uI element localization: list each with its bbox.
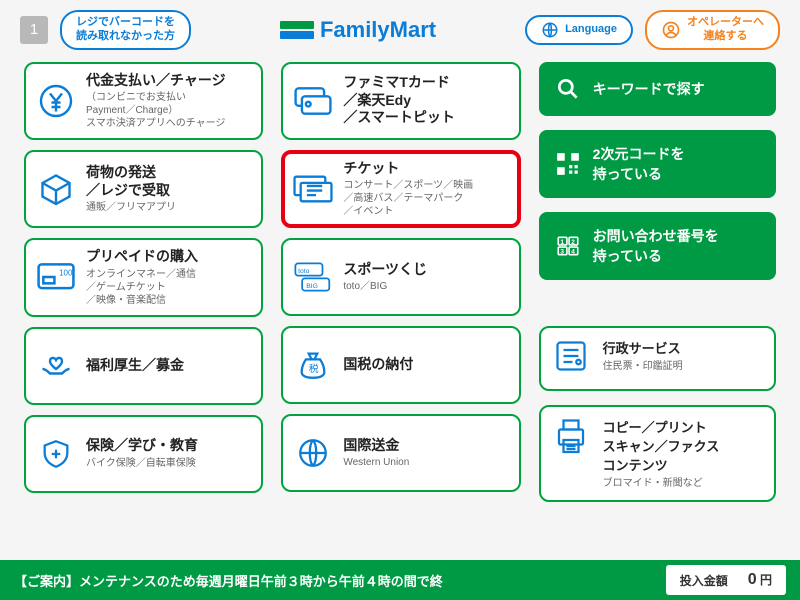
toto-big-icon: toto BIG — [293, 257, 333, 297]
card-title: チケット — [343, 160, 508, 178]
card-subtitle: コンサート／スポーツ／映画 ／高速バス／テーマパーク ／イベント — [343, 179, 508, 218]
card-title: 保険／学び・教育 — [86, 437, 251, 455]
shield-plus-icon — [36, 434, 76, 474]
card-payment-charge[interactable]: 代金支払い／チャージ （コンビニでお支払い Payment／Charge） スマ… — [24, 62, 263, 141]
card-subtitle: （コンビニでお支払い Payment／Charge） スマホ決済アプリへのチャー… — [86, 91, 251, 130]
amount-label: 投入金額 — [680, 572, 728, 589]
deposit-amount-display: 投入金額 0 円 — [666, 565, 786, 595]
qr-icon — [555, 151, 581, 177]
printer-icon — [553, 417, 591, 490]
card-title: 国税の納付 — [343, 356, 508, 374]
amount-value: 0 — [748, 571, 757, 588]
card-insurance[interactable]: 保険／学び・教育 バイク保険／自転車保険 — [24, 415, 263, 493]
search-icon — [555, 76, 581, 102]
have-inquiry-number-button[interactable]: 1234 お問い合わせ番号を 持っている — [539, 212, 776, 280]
column-left: 代金支払い／チャージ （コンビニでお支払い Payment／Charge） スマ… — [24, 62, 263, 502]
card-subtitle: オンラインマネー／通信 ／ゲームチケット ／映像・音楽配信 — [86, 268, 251, 307]
svg-text:2: 2 — [571, 238, 575, 245]
card-title: 国際送金 — [343, 437, 508, 455]
logo-text: FamilyMart — [320, 17, 436, 43]
cards-stack-icon — [293, 81, 333, 121]
card-subtitle: 住民票・印鑑証明 — [603, 360, 762, 373]
ticket-icon — [293, 169, 333, 209]
card-government-service[interactable]: 行政サービス 住民票・印鑑証明 — [539, 326, 776, 391]
card-title: 行政サービス — [603, 338, 762, 357]
prepaid-card-icon: 1000 — [36, 257, 76, 297]
logo-bars-icon — [280, 21, 314, 39]
keypad-icon: 1234 — [555, 233, 581, 259]
svg-text:toto: toto — [298, 268, 310, 275]
amount-unit: 円 — [760, 573, 772, 587]
card-subtitle: 通販／フリマアプリ — [86, 201, 251, 214]
main-grid: 代金支払い／チャージ （コンビニでお支払い Payment／Charge） スマ… — [0, 60, 800, 502]
card-subtitle: ブロマイド・新聞など — [603, 477, 762, 490]
svg-text:3: 3 — [560, 248, 564, 255]
card-subtitle: Western Union — [343, 456, 508, 469]
card-title: 福利厚生／募金 — [86, 357, 251, 375]
svg-text:1000: 1000 — [59, 269, 75, 278]
header: 1 レジでバーコードを 読み取れなかった方 FamilyMart Languag… — [0, 0, 800, 60]
footer-message: 【ご案内】メンテナンスのため毎週月曜日午前３時から午前４時の間で終 — [14, 571, 666, 590]
card-shipping[interactable]: 荷物の発送 ／レジで受取 通販／フリマアプリ — [24, 150, 263, 228]
language-label: Language — [565, 23, 617, 37]
step-number-badge: 1 — [20, 16, 48, 44]
card-title: ファミマTカード ／楽天Edy ／スマートピット — [343, 74, 508, 127]
column-right: キーワードで探す 2次元コードを 持っている 1234 お問い合わせ番号を 持っ… — [539, 62, 776, 502]
operator-button[interactable]: オペレーターへ 連絡する — [645, 10, 780, 50]
svg-text:BIG: BIG — [307, 283, 319, 290]
language-button[interactable]: Language — [525, 15, 633, 45]
operator-label: オペレーターへ 連絡する — [687, 16, 764, 44]
card-welfare[interactable]: 福利厚生／募金 — [24, 327, 263, 405]
search-keyword-button[interactable]: キーワードで探す — [539, 62, 776, 116]
button-label: 2次元コードを 持っている — [593, 144, 685, 184]
card-international-remittance[interactable]: 国際送金 Western Union — [281, 414, 520, 492]
svg-text:1: 1 — [560, 238, 564, 245]
card-title: 代金支払い／チャージ — [86, 72, 251, 90]
card-subtitle: バイク保険／自転車保険 — [86, 457, 251, 470]
operator-icon — [661, 20, 681, 40]
tax-bag-icon: 税 — [293, 345, 333, 385]
card-sports-lottery[interactable]: toto BIG スポーツくじ toto／BIG — [281, 238, 520, 316]
card-national-tax[interactable]: 税 国税の納付 — [281, 326, 520, 404]
card-title: 荷物の発送 ／レジで受取 — [86, 164, 251, 199]
column-middle: ファミマTカード ／楽天Edy ／スマートピット チケット コンサート／スポーツ… — [281, 62, 520, 502]
globe-transfer-icon — [293, 433, 333, 473]
globe-icon — [541, 21, 559, 39]
familymart-logo: FamilyMart — [280, 17, 436, 43]
card-prepaid[interactable]: 1000 プリペイドの購入 オンラインマネー／通信 ／ゲームチケット ／映像・音… — [24, 238, 263, 317]
card-copy-print[interactable]: コピー／プリント スキャン／ファクス コンテンツ ブロマイド・新聞など — [539, 405, 776, 502]
have-2d-code-button[interactable]: 2次元コードを 持っている — [539, 130, 776, 198]
card-tcard-edy[interactable]: ファミマTカード ／楽天Edy ／スマートピット — [281, 62, 520, 140]
document-id-icon — [553, 338, 591, 379]
box-icon — [36, 169, 76, 209]
card-title: スポーツくじ — [343, 261, 508, 279]
barcode-help-button[interactable]: レジでバーコードを 読み取れなかった方 — [60, 10, 191, 50]
card-title: プリペイドの購入 — [86, 248, 251, 266]
button-label: キーワードで探す — [593, 79, 705, 99]
hands-heart-icon — [36, 346, 76, 386]
card-title: コピー／プリント スキャン／ファクス コンテンツ — [603, 417, 762, 474]
svg-text:4: 4 — [571, 248, 575, 255]
footer-bar: 【ご案内】メンテナンスのため毎週月曜日午前３時から午前４時の間で終 投入金額 0… — [0, 560, 800, 600]
svg-text:税: 税 — [309, 362, 319, 375]
button-label: お問い合わせ番号を 持っている — [593, 226, 719, 266]
card-ticket[interactable]: チケット コンサート／スポーツ／映画 ／高速バス／テーマパーク ／イベント — [281, 150, 520, 229]
yen-icon — [36, 81, 76, 121]
card-subtitle: toto／BIG — [343, 280, 508, 293]
